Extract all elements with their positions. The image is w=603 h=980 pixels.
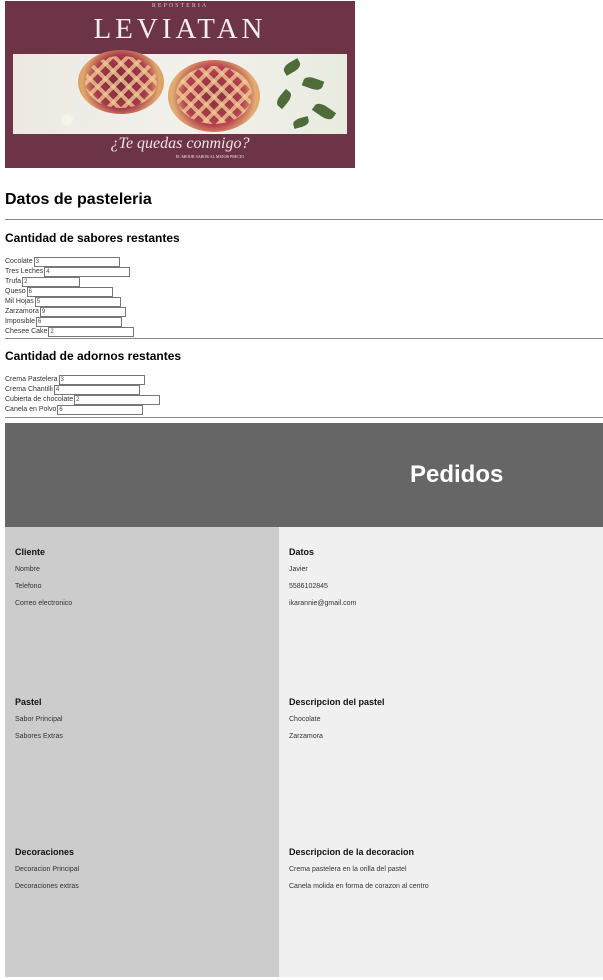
decor-field: Decoracion Principal [15,866,80,873]
desc-decor-value: Crema pastelera en la orilla del pastel [289,866,407,873]
datos-block: Datos Javier 5586102845 ikarannie@gmail.… [279,527,603,677]
divider [5,338,603,339]
decoration-row: Crema Pastelera 3 [5,375,603,385]
decoration-label: Crema Pastelera [5,376,58,383]
flavor-label: Imposible [5,318,35,325]
pedidos-table: Cliente Nombre Telefono Correo electroni… [5,527,603,977]
pedidos-title: Pedidos [410,461,504,488]
decoration-row: Canela en Polvo 6 [5,405,603,415]
flavor-label: Chesee Cake [5,328,48,335]
banner-tagline: ¿Te quedas conmigo? [110,135,250,152]
leaf-decoration [301,74,325,93]
pastel-field: Sabores Extras [15,733,63,740]
flavor-row: Cocolate 3 [5,257,603,267]
flavor-label: Cocolate [5,258,33,265]
flavor-row: Mil Hojas 5 [5,297,603,307]
pastel-field: Sabor Principal [15,716,63,723]
flavor-qty-input[interactable]: 2 [22,277,81,287]
cliente-block: Cliente Nombre Telefono Correo electroni… [5,527,279,677]
divider [5,417,603,418]
banner-top-text: REPOSTERIA [151,3,209,9]
banner-subtext: EL MEJOR SABOR AL MEJOR PRECIO [175,154,245,159]
decoration-row: Crema Chantilli 4 [5,385,603,395]
decoration-label: Canela en Polvo [5,406,57,413]
flavors-heading: Cantidad de sabores restantes [5,231,180,245]
flavors-section: Cantidad de sabores restantes Cocolate 3 … [0,231,603,337]
decoration-qty-input[interactable]: 3 [58,375,145,385]
flavor-qty-input[interactable]: 9 [39,307,126,317]
flavor-label: Tres Leches [5,268,44,275]
flavor-qty-input[interactable]: 2 [48,327,135,337]
decoration-label: Cubierta de chocolate [5,396,74,403]
flavors-list: Cocolate 3 Tres Leches 4 Trufa 2 Queso 6 Mil… [5,257,603,337]
decor-heading: Decoraciones [15,847,75,857]
leaf-decoration [281,58,303,76]
decor-block: Decoraciones Decoracion Principal Decora… [5,827,279,977]
flower-decoration [61,114,73,126]
flavor-row: Tres Leches 4 [5,267,603,277]
cliente-field: Telefono [15,583,42,590]
desc-pastel-value: Chocolate [289,716,321,723]
leaf-decoration [311,100,337,123]
pie-left-lattice [85,56,157,108]
flavor-label: Trufa [5,278,22,285]
pie-right-lattice [176,66,252,124]
divider [5,219,603,220]
flavor-qty-input[interactable]: 6 [35,317,122,327]
flavor-row: Trufa 2 [5,277,603,287]
page-title: Datos de pasteleria [5,191,152,208]
flavor-label: Zarzamora [5,308,39,315]
desc-decor-heading: Descripcion de la decoracion [289,847,415,857]
desc-pastel-block: Descripcion del pastel Chocolate Zarzamo… [279,677,603,827]
banner-brand: LEVIATAN [93,13,267,45]
decorations-heading: Cantidad de adornos restantes [5,349,182,363]
banner-image: REPOSTERIA LEVIATAN ¿Te quedas conmigo? … [5,1,355,168]
flavor-row: Chesee Cake 2 [5,327,603,337]
decor-field: Decoraciones extras [15,883,79,890]
decoration-row: Cubierta de chocolate 2 [5,395,603,405]
desc-decor-value: Canela molida en forma de corazon al cen… [289,883,429,890]
banner: REPOSTERIA LEVIATAN ¿Te quedas conmigo? … [5,1,603,168]
decorations-section: Cantidad de adornos restantes Crema Past… [0,349,603,415]
decorations-list: Crema Pastelera 3 Crema Chantilli 4 Cubier… [5,375,603,415]
datos-value: Javier [289,566,308,573]
flavor-qty-input[interactable]: 6 [26,287,113,297]
pastel-heading: Pastel [15,697,42,707]
flavor-qty-input[interactable]: 5 [34,297,121,307]
flavor-qty-input[interactable]: 3 [33,257,120,267]
desc-pastel-heading: Descripcion del pastel [289,697,385,707]
flavor-label: Mil Hojas [5,298,34,305]
desc-pastel-value: Zarzamora [289,733,323,740]
pedidos-header: Pedidos [5,423,603,527]
flavor-row: Imposible 6 [5,317,603,327]
flavor-qty-input[interactable]: 4 [44,267,131,277]
flavor-row: Queso 6 [5,287,603,297]
decoration-qty-input[interactable]: 4 [53,385,140,395]
datos-heading: Datos [289,547,315,557]
leaf-decoration [292,116,310,129]
datos-value: 5586102845 [289,583,328,590]
desc-decor-block: Descripcion de la decoracion Crema paste… [279,827,603,977]
datos-value: ikarannie@gmail.com [289,600,357,607]
cliente-field: Nombre [15,566,40,573]
leaf-decoration [274,88,294,110]
flavor-label: Queso [5,288,26,295]
decoration-label: Crema Chantilli [5,386,53,393]
pedidos-right-column: Datos Javier 5586102845 ikarannie@gmail.… [279,527,603,977]
pastel-block: Pastel Sabor Principal Sabores Extras [5,677,279,827]
decoration-qty-input[interactable]: 2 [74,395,161,405]
cliente-heading: Cliente [15,547,46,557]
flavor-row: Zarzamora 9 [5,307,603,317]
decoration-qty-input[interactable]: 6 [57,405,144,415]
cliente-field: Correo electronico [15,600,73,607]
pie-photo [13,50,347,134]
pedidos-left-column: Cliente Nombre Telefono Correo electroni… [5,527,279,977]
